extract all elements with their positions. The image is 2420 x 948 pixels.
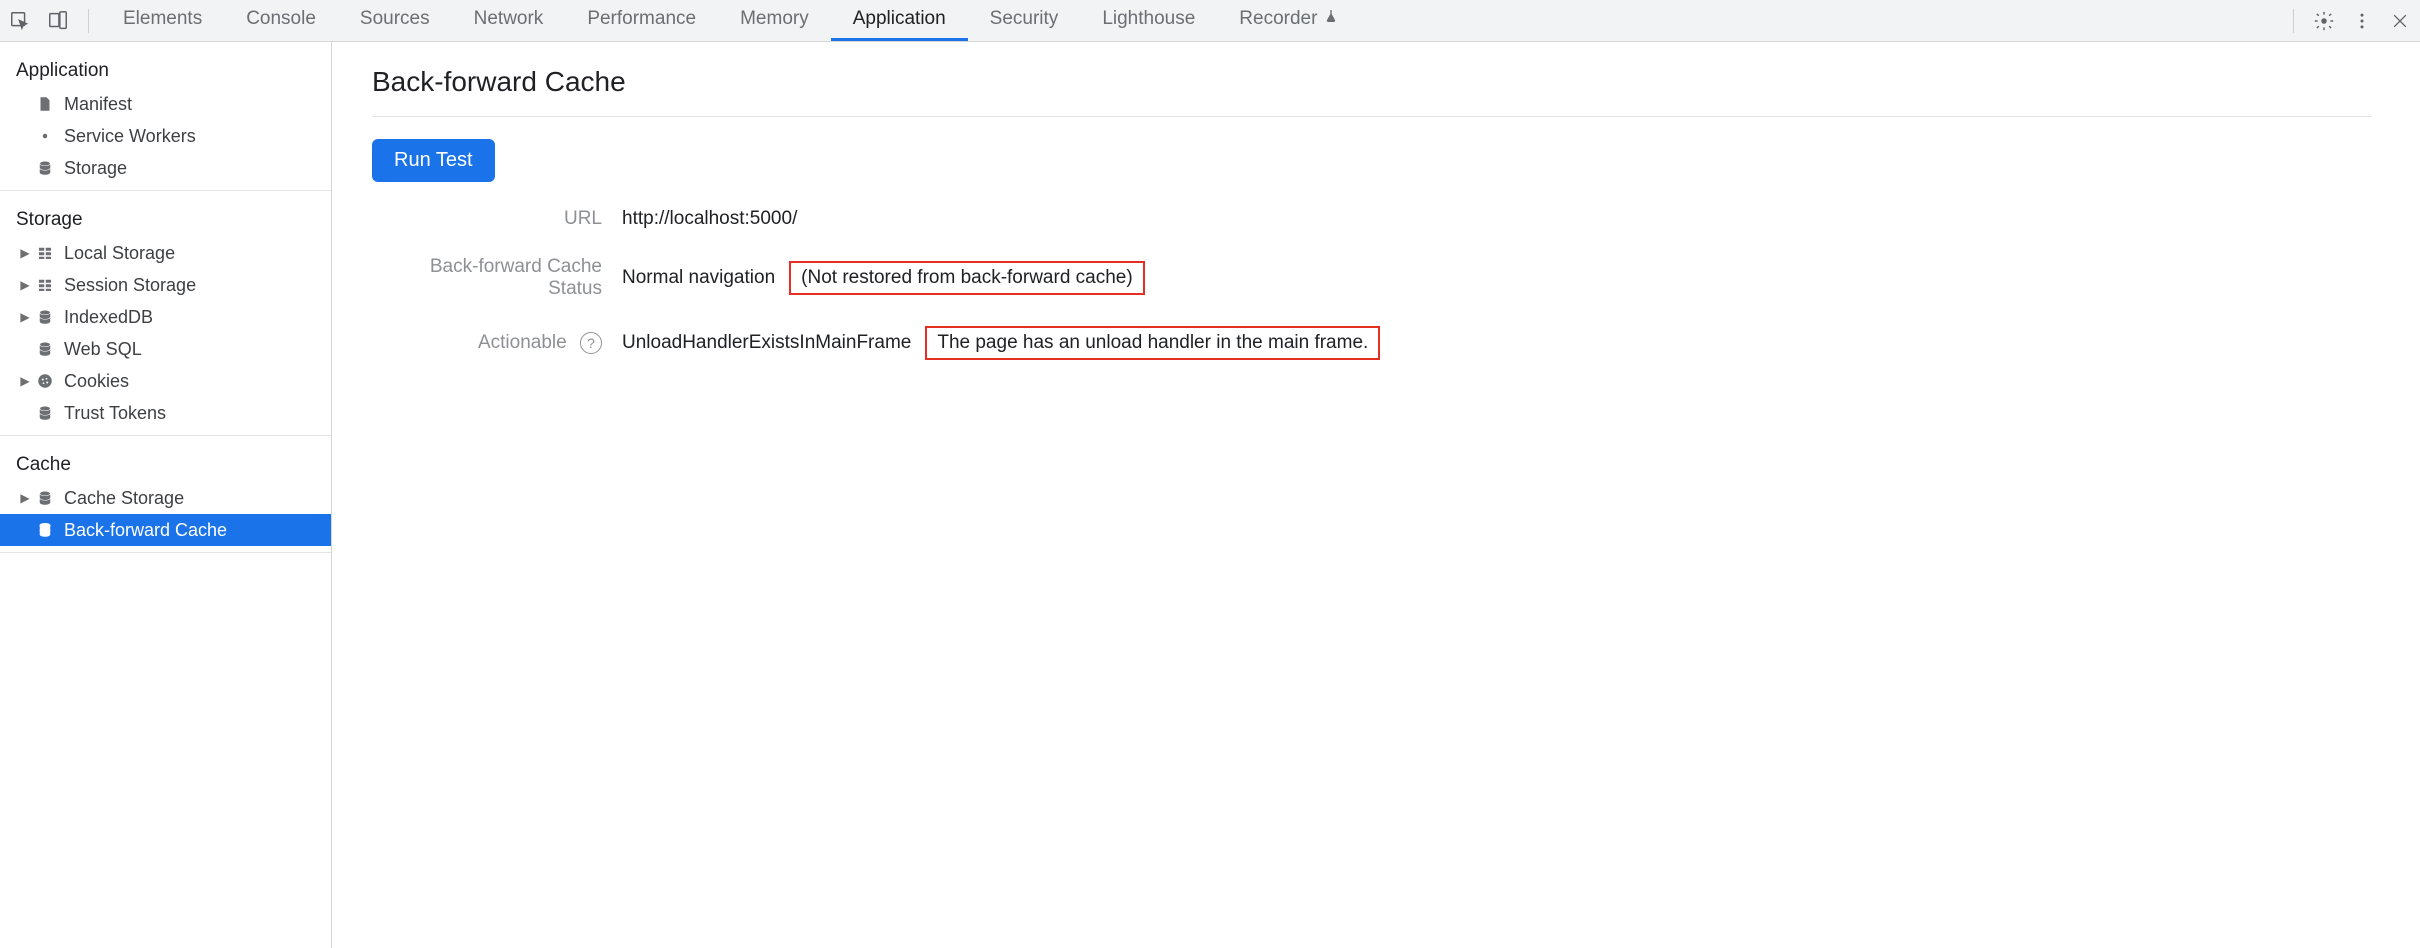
sidebar-item-local-storage[interactable]: ▶ Local Storage [0, 237, 331, 269]
sidebar-item-label: Service Workers [64, 126, 196, 147]
page-title: Back-forward Cache [372, 66, 2420, 98]
tab-label: Memory [740, 8, 809, 30]
sidebar-item-session-storage[interactable]: ▶ Session Storage [0, 269, 331, 301]
sidebar-item-label: Session Storage [64, 275, 196, 296]
actionable-label: Actionable ? [372, 332, 622, 354]
sidebar-item-label: Trust Tokens [64, 403, 166, 424]
tab-label: Lighthouse [1102, 8, 1195, 30]
content-panel: Back-forward Cache Run Test URL http://l… [332, 42, 2420, 948]
flask-icon [1323, 8, 1339, 30]
section-title: Storage [0, 201, 331, 237]
sidebar-item-manifest[interactable]: Manifest [0, 88, 331, 120]
tab-lighthouse[interactable]: Lighthouse [1080, 0, 1217, 41]
tab-label: Application [853, 8, 946, 30]
help-icon[interactable]: ? [580, 332, 602, 354]
tab-sources[interactable]: Sources [338, 0, 452, 41]
actionable-desc-highlight: The page has an unload handler in the ma… [925, 326, 1380, 360]
sidebar-item-storage[interactable]: Storage [0, 152, 331, 184]
bfcache-status-label: Back-forward Cache Status [372, 256, 622, 300]
section-title: Cache [0, 446, 331, 482]
tab-network[interactable]: Network [452, 0, 566, 41]
tab-memory[interactable]: Memory [718, 0, 831, 41]
tab-performance[interactable]: Performance [565, 0, 718, 41]
bfcache-status-highlight: (Not restored from back-forward cache) [789, 261, 1145, 295]
cookie-icon [34, 370, 56, 392]
sidebar-item-cookies[interactable]: ▶ Cookies [0, 365, 331, 397]
sidebar-item-label: Cache Storage [64, 488, 184, 509]
tab-label: Performance [587, 8, 696, 30]
sidebar-item-label: Web SQL [64, 339, 142, 360]
expand-arrow-icon[interactable]: ▶ [16, 491, 34, 505]
sidebar-item-trust-tokens[interactable]: Trust Tokens [0, 397, 331, 429]
grid-icon [34, 242, 56, 264]
sidebar: Application Manifest Service Workers Storag… [0, 42, 332, 948]
sidebar-item-label: IndexedDB [64, 307, 153, 328]
settings-icon[interactable] [2310, 7, 2338, 35]
expand-arrow-icon[interactable]: ▶ [16, 246, 34, 260]
tab-label: Console [246, 8, 316, 30]
sidebar-item-label: Local Storage [64, 243, 175, 264]
storage-icon [34, 306, 56, 328]
tab-recorder[interactable]: Recorder [1217, 0, 1361, 41]
tab-console[interactable]: Console [224, 0, 338, 41]
grid-icon [34, 274, 56, 296]
expand-arrow-icon[interactable]: ▶ [16, 278, 34, 292]
sidebar-item-service-workers[interactable]: Service Workers [0, 120, 331, 152]
bfcache-status-normal: Normal navigation [622, 267, 775, 289]
gear-icon [34, 125, 56, 147]
actionable-code: UnloadHandlerExistsInMainFrame [622, 332, 911, 354]
url-label: URL [372, 208, 622, 230]
expand-arrow-icon[interactable]: ▶ [16, 374, 34, 388]
storage-icon [34, 157, 56, 179]
divider [0, 190, 331, 191]
tab-application[interactable]: Application [831, 0, 968, 41]
tab-label: Recorder [1239, 8, 1317, 30]
devtools-tabbar: Elements Console Sources Network Performance… [0, 0, 2420, 42]
sidebar-item-cache-storage[interactable]: ▶ Cache Storage [0, 482, 331, 514]
sidebar-item-indexeddb[interactable]: ▶ IndexedDB [0, 301, 331, 333]
close-icon[interactable] [2386, 7, 2414, 35]
storage-icon [34, 338, 56, 360]
inspect-icon[interactable] [6, 7, 34, 35]
storage-icon [34, 402, 56, 424]
expand-arrow-icon[interactable]: ▶ [16, 310, 34, 324]
url-value: http://localhost:5000/ [622, 208, 797, 230]
divider [0, 435, 331, 436]
device-toggle-icon[interactable] [44, 7, 72, 35]
sidebar-item-label: Storage [64, 158, 127, 179]
tab-security[interactable]: Security [968, 0, 1081, 41]
divider [2293, 9, 2294, 33]
file-icon [34, 93, 56, 115]
more-icon[interactable] [2348, 7, 2376, 35]
tab-elements[interactable]: Elements [101, 0, 224, 41]
storage-icon [34, 519, 56, 541]
sidebar-item-label: Back-forward Cache [64, 520, 227, 541]
divider [0, 552, 331, 553]
tab-label: Security [990, 8, 1059, 30]
sidebar-item-label: Manifest [64, 94, 132, 115]
sidebar-item-label: Cookies [64, 371, 129, 392]
tab-label: Elements [123, 8, 202, 30]
tab-label: Network [474, 8, 544, 30]
storage-icon [34, 487, 56, 509]
sidebar-item-back-forward-cache[interactable]: Back-forward Cache [0, 514, 331, 546]
sidebar-item-web-sql[interactable]: Web SQL [0, 333, 331, 365]
divider [88, 9, 89, 33]
section-title: Application [0, 52, 331, 88]
run-test-button[interactable]: Run Test [372, 139, 495, 182]
tab-label: Sources [360, 8, 430, 30]
divider [372, 116, 2372, 117]
